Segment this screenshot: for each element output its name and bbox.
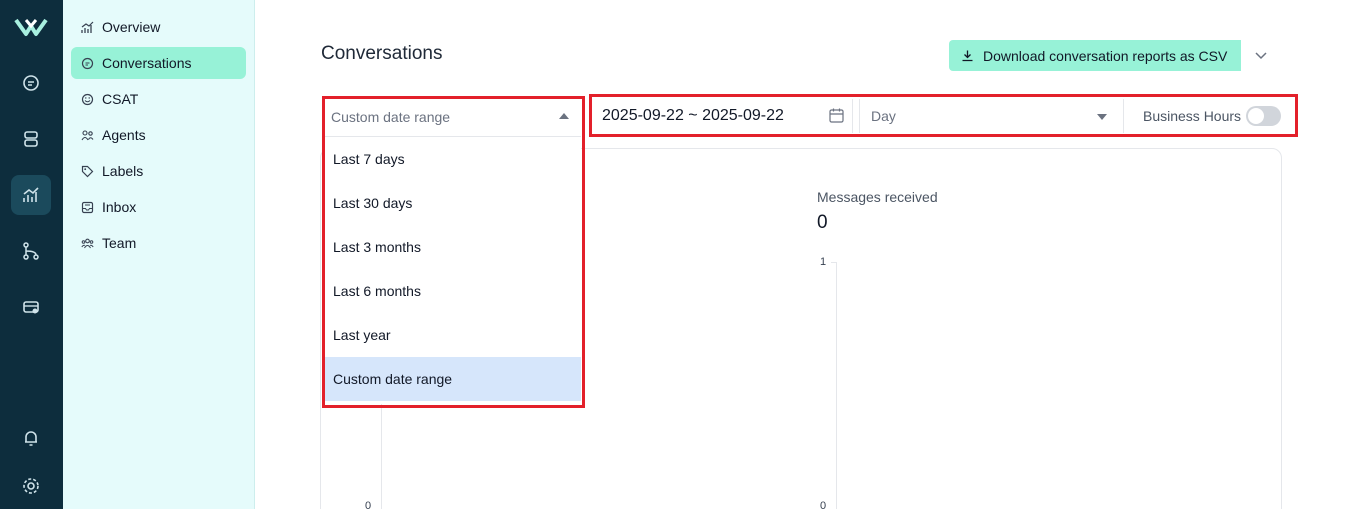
logo-icon[interactable] [14,14,48,40]
y-tick-label: 1 [820,256,827,268]
y-tick-label: 0 [820,500,827,509]
date-option[interactable]: Last 3 months [325,225,581,269]
chart-y-axis [836,262,837,509]
date-option[interactable]: Last 6 months [325,269,581,313]
sidebar-item-conversations[interactable]: Conversations [71,47,246,79]
smiley-icon [81,93,94,105]
caret-down-icon [1097,114,1107,120]
app-rail [0,0,63,509]
sidebar-item-csat[interactable]: CSAT [71,83,246,115]
metric-value: 0 [817,212,828,233]
contacts-icon [24,131,38,147]
sidebar-item-label: Team [102,235,137,251]
tag-icon [81,165,94,177]
download-csv-label: Download conversation reports as CSV [983,47,1228,64]
page-title: Conversations [321,43,443,64]
date-option[interactable]: Last 30 days [325,181,581,225]
sidebar-item-team[interactable]: Team [71,227,246,259]
chat-bubble-icon [23,75,39,91]
y-tick-label: 0 [365,500,372,509]
sidebar-item-label: CSAT [102,91,139,107]
library-icon [23,301,39,314]
sidebar-item-label: Labels [102,163,144,179]
sidebar-item-label: Conversations [102,55,192,71]
date-option[interactable]: Last 7 days [325,137,581,181]
sidebar-item-labels[interactable]: Labels [71,155,246,187]
chat-icon [81,57,94,69]
sidebar-item-label: Overview [102,19,161,35]
rail-notifications-button[interactable] [11,418,51,458]
rail-settings-button[interactable] [11,466,51,506]
date-option[interactable]: Last year [325,313,581,357]
sidebar-item-overview[interactable]: Overview [71,11,246,43]
date-range-picker[interactable]: 2025-09-22 ~ 2025-09-22 [595,99,853,133]
date-range-value: 2025-09-22 ~ 2025-09-22 [602,107,784,124]
reports-icon [23,187,39,202]
business-hours-label: Business Hours [1143,108,1242,124]
people-icon [81,129,94,140]
download-icon [962,50,973,62]
notification-bell-icon [25,431,37,446]
reports-sidebar: Overview Conversations CSAT Agents Label… [63,0,255,509]
chart-bars-icon [81,21,94,33]
rail-reports-button[interactable] [11,175,51,215]
chart-y-tick [831,262,836,263]
group-by-value: Day [871,108,896,124]
campaign-flow-icon [23,242,39,260]
rail-conversations-button[interactable] [11,63,51,103]
team-icon [81,238,94,248]
download-csv-button[interactable]: Download conversation reports as CSV [949,40,1241,71]
date-range-dropdown: Last 7 days Last 30 days Last 3 months L… [325,136,581,404]
metric-label: Messages received [817,189,938,205]
settings-gear-icon [23,478,39,494]
sidebar-item-agents[interactable]: Agents [71,119,246,151]
rail-library-button[interactable] [11,287,51,327]
chevron-down-icon[interactable] [1252,46,1270,64]
rail-contacts-button[interactable] [11,119,51,159]
sidebar-item-label: Agents [102,127,146,143]
caret-up-icon [559,113,569,119]
rail-campaigns-button[interactable] [11,231,51,271]
date-option-selected[interactable]: Custom date range [325,357,581,401]
date-range-select-value: Custom date range [331,109,451,125]
calendar-icon [829,108,844,123]
inbox-icon [81,201,94,213]
chart-y-axis [381,404,382,509]
group-by-select[interactable]: Day [859,99,1124,133]
sidebar-item-inbox[interactable]: Inbox [71,191,246,223]
date-range-select[interactable]: Custom date range [325,100,581,134]
sidebar-item-label: Inbox [102,199,137,215]
business-hours-toggle[interactable] [1246,106,1281,126]
